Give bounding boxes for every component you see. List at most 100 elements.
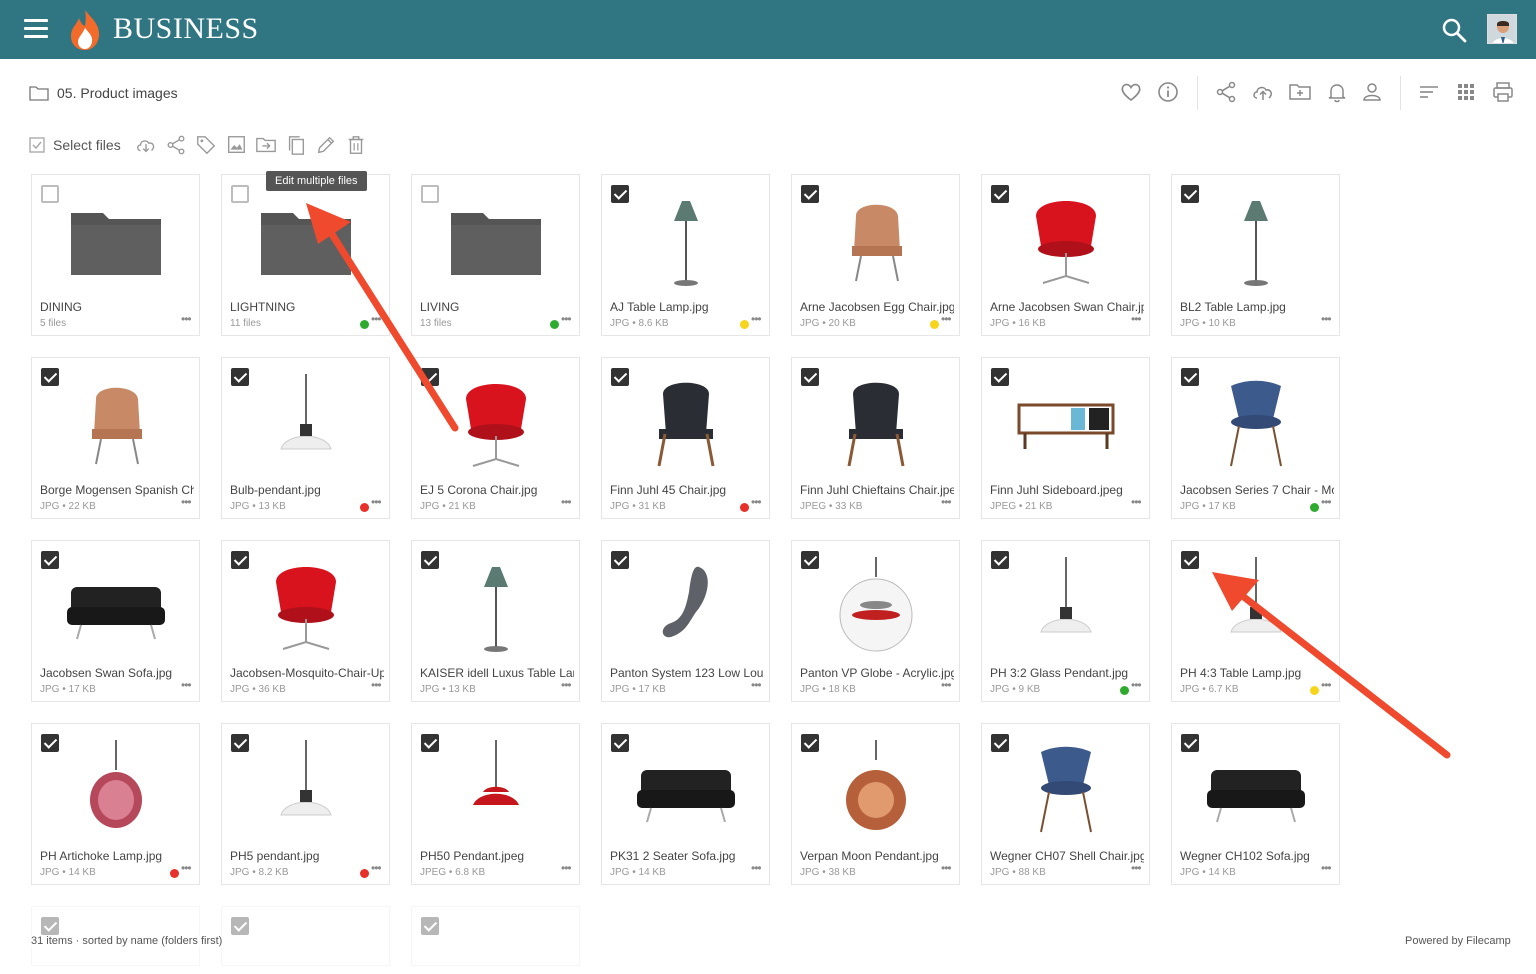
folder-card[interactable]: LIGHTNING 11 files •••: [221, 174, 390, 336]
image-thumbnail[interactable]: [816, 557, 936, 657]
menu-icon[interactable]: [24, 19, 48, 39]
file-card[interactable]: Verpan Moon Pendant.jpg JPG • 38 KB •••: [791, 723, 960, 885]
file-card[interactable]: Panton System 123 Low Lounge JPG • 17 KB •…: [601, 540, 770, 702]
search-icon[interactable]: [1441, 17, 1467, 43]
image-thumbnail[interactable]: [1006, 557, 1126, 657]
more-options-icon[interactable]: •••: [371, 312, 382, 326]
share-icon[interactable]: [1214, 80, 1238, 104]
file-card[interactable]: Jacobsen Swan Sofa.jpg JPG • 17 KB •••: [31, 540, 200, 702]
image-thumbnail[interactable]: [246, 557, 366, 657]
image-thumbnail[interactable]: [436, 557, 556, 657]
more-options-icon[interactable]: •••: [1131, 861, 1142, 875]
file-card[interactable]: Finn Juhl Chieftains Chair.jpeg JPEG • 33…: [791, 357, 960, 519]
more-options-icon[interactable]: •••: [561, 678, 572, 692]
file-card-partial[interactable]: [411, 906, 580, 966]
file-card[interactable]: Borge Mogensen Spanish Chair.jpg JPG • 22…: [31, 357, 200, 519]
file-card[interactable]: PH 3:2 Glass Pendant.jpg JPG • 9 KB •••: [981, 540, 1150, 702]
more-options-icon[interactable]: •••: [751, 678, 762, 692]
cloud-download-icon[interactable]: [135, 134, 157, 156]
file-card[interactable]: PH5 pendant.jpg JPG • 8.2 KB •••: [221, 723, 390, 885]
image-thumbnail[interactable]: [626, 374, 746, 474]
file-card[interactable]: Arne Jacobsen Egg Chair.jpg JPG • 20 KB ••…: [791, 174, 960, 336]
breadcrumb[interactable]: 05. Product images: [29, 80, 178, 106]
more-options-icon[interactable]: •••: [941, 678, 952, 692]
cloud-upload-icon[interactable]: [1251, 80, 1275, 104]
more-options-icon[interactable]: •••: [181, 312, 192, 326]
file-card[interactable]: Panton VP Globe - Acrylic.jpg JPG • 18 KB…: [791, 540, 960, 702]
edit-pencil-icon[interactable]: [315, 134, 337, 156]
select-files-label[interactable]: Select files: [53, 137, 121, 153]
image-thumbnail[interactable]: [816, 740, 936, 840]
more-options-icon[interactable]: •••: [561, 312, 572, 326]
image-thumbnail[interactable]: [1196, 740, 1316, 840]
image-thumbnail[interactable]: [626, 557, 746, 657]
more-options-icon[interactable]: •••: [1321, 312, 1332, 326]
image-thumbnail[interactable]: [1196, 557, 1316, 657]
folder-card[interactable]: LIVING 13 files •••: [411, 174, 580, 336]
folder-thumbnail-icon[interactable]: [56, 191, 176, 291]
more-options-icon[interactable]: •••: [1131, 495, 1142, 509]
more-options-icon[interactable]: •••: [1321, 678, 1332, 692]
image-thumbnail[interactable]: [1196, 191, 1316, 291]
more-options-icon[interactable]: •••: [371, 495, 382, 509]
image-thumbnail[interactable]: [246, 740, 366, 840]
image-thumbnail[interactable]: [56, 557, 176, 657]
more-options-icon[interactable]: •••: [1321, 495, 1332, 509]
file-card[interactable]: BL2 Table Lamp.jpg JPG • 10 KB •••: [1171, 174, 1340, 336]
select-all-checkbox[interactable]: [29, 137, 45, 153]
new-folder-icon[interactable]: [1288, 80, 1312, 104]
more-options-icon[interactable]: •••: [181, 678, 192, 692]
file-card[interactable]: PK31 2 Seater Sofa.jpg JPG • 14 KB •••: [601, 723, 770, 885]
user-icon[interactable]: [1360, 80, 1384, 104]
info-icon[interactable]: [1156, 80, 1180, 104]
file-card[interactable]: Finn Juhl 45 Chair.jpg JPG • 31 KB •••: [601, 357, 770, 519]
folder-thumbnail-icon[interactable]: [436, 191, 556, 291]
more-options-icon[interactable]: •••: [1131, 312, 1142, 326]
more-options-icon[interactable]: •••: [1321, 861, 1332, 875]
file-card[interactable]: Jacobsen Series 7 Chair - Mon JPG • 17 KB…: [1171, 357, 1340, 519]
image-thumbnail[interactable]: [1006, 740, 1126, 840]
image-thumbnail[interactable]: [56, 740, 176, 840]
more-options-icon[interactable]: •••: [1131, 678, 1142, 692]
more-options-icon[interactable]: •••: [941, 312, 952, 326]
more-options-icon[interactable]: •••: [561, 495, 572, 509]
more-options-icon[interactable]: •••: [751, 495, 762, 509]
file-card[interactable]: AJ Table Lamp.jpg JPG • 8.6 KB •••: [601, 174, 770, 336]
image-thumbnail[interactable]: [1196, 374, 1316, 474]
image-thumbnail[interactable]: [1006, 191, 1126, 291]
image-thumbnail[interactable]: [436, 374, 556, 474]
more-options-icon[interactable]: •••: [751, 312, 762, 326]
file-card[interactable]: Wegner CH07 Shell Chair.jpg JPG • 88 KB ••…: [981, 723, 1150, 885]
file-card[interactable]: KAISER idell Luxus Table Lamp JPG • 13 KB…: [411, 540, 580, 702]
image-icon[interactable]: [225, 134, 247, 156]
trash-icon[interactable]: [345, 134, 367, 156]
more-options-icon[interactable]: •••: [941, 861, 952, 875]
image-thumbnail[interactable]: [246, 374, 366, 474]
heart-icon[interactable]: [1119, 80, 1143, 104]
more-options-icon[interactable]: •••: [751, 861, 762, 875]
more-options-icon[interactable]: •••: [181, 495, 192, 509]
folder-card[interactable]: DINING 5 files •••: [31, 174, 200, 336]
image-thumbnail[interactable]: [1006, 374, 1126, 474]
file-card[interactable]: Arne Jacobsen Swan Chair.jpg JPG • 16 KB •…: [981, 174, 1150, 336]
user-avatar[interactable]: [1487, 14, 1517, 44]
tag-icon[interactable]: [195, 134, 217, 156]
file-card[interactable]: Bulb-pendant.jpg JPG • 13 KB •••: [221, 357, 390, 519]
image-thumbnail[interactable]: [816, 191, 936, 291]
file-card[interactable]: Wegner CH102 Sofa.jpg JPG • 14 KB •••: [1171, 723, 1340, 885]
more-options-icon[interactable]: •••: [371, 678, 382, 692]
image-thumbnail[interactable]: [626, 191, 746, 291]
copy-icon[interactable]: [285, 134, 307, 156]
file-card[interactable]: Jacobsen-Mosquito-Chair-Up JPG • 36 KB •••: [221, 540, 390, 702]
move-icon[interactable]: [255, 134, 277, 156]
bell-icon[interactable]: [1325, 80, 1349, 104]
file-card-partial[interactable]: [221, 906, 390, 966]
file-card[interactable]: EJ 5 Corona Chair.jpg JPG • 21 KB •••: [411, 357, 580, 519]
more-options-icon[interactable]: •••: [941, 495, 952, 509]
file-card[interactable]: PH Artichoke Lamp.jpg JPG • 14 KB •••: [31, 723, 200, 885]
more-options-icon[interactable]: •••: [371, 861, 382, 875]
sort-icon[interactable]: [1417, 80, 1441, 104]
image-thumbnail[interactable]: [626, 740, 746, 840]
grid-view-icon[interactable]: [1454, 80, 1478, 104]
more-options-icon[interactable]: •••: [561, 861, 572, 875]
